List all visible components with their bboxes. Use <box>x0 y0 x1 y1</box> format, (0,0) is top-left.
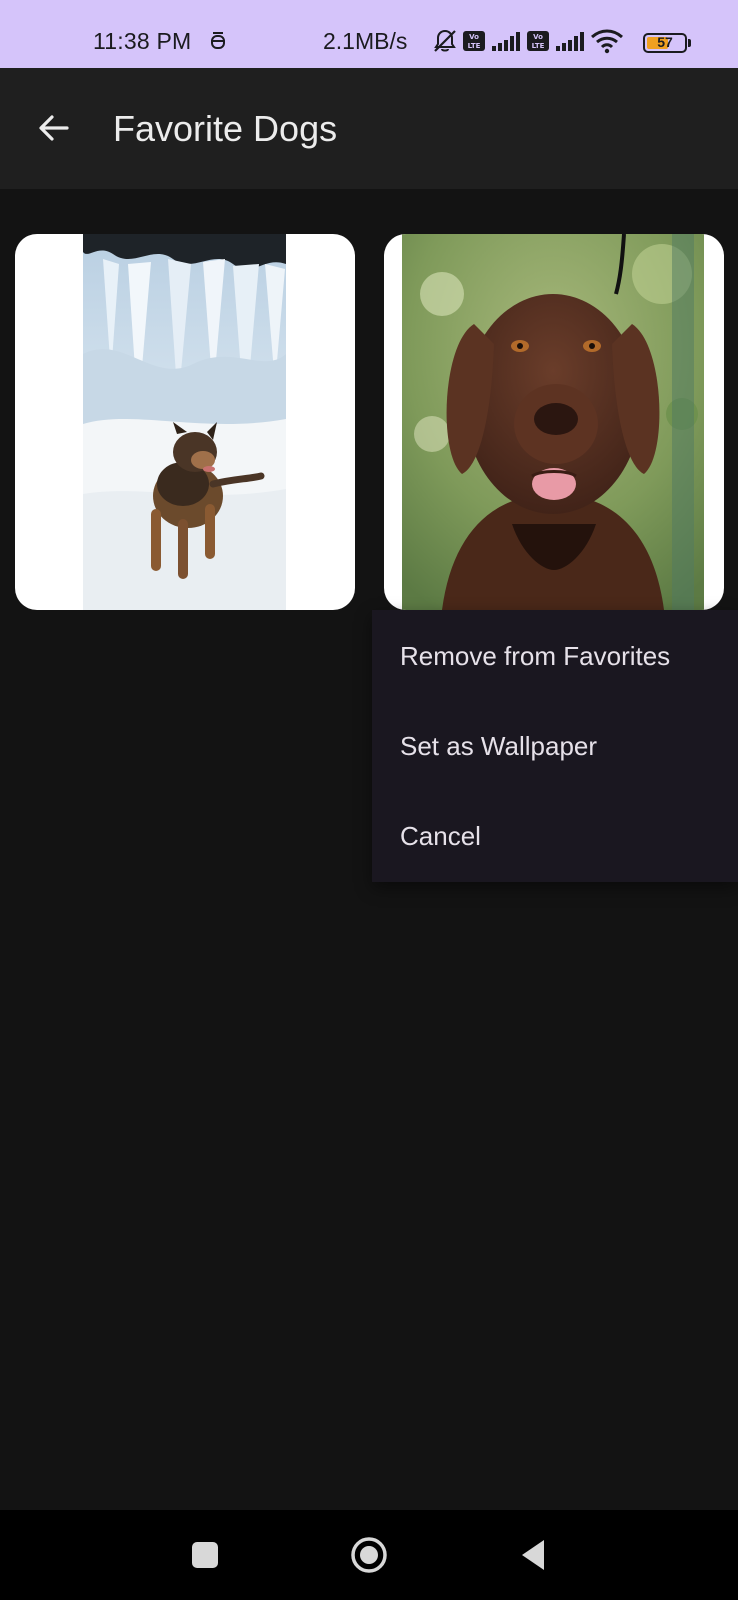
svg-text:LTE: LTE <box>532 42 545 50</box>
status-bar: 11:38 PM 2.1MB/s Vo LTE Vo LTE 57 <box>0 0 738 68</box>
svg-text:Vo: Vo <box>469 33 479 41</box>
menu-item-remove-from-favorites[interactable]: Remove from Favorites <box>372 610 738 700</box>
recent-apps-icon <box>192 1542 218 1568</box>
home-button[interactable] <box>344 1530 394 1580</box>
svg-text:Vo: Vo <box>533 33 543 41</box>
context-menu: Remove from Favorites Set as Wallpaper C… <box>372 610 738 882</box>
battery-icon: 57 <box>643 33 687 53</box>
volte-icon: Vo LTE <box>462 30 486 57</box>
favorite-card[interactable] <box>384 234 724 610</box>
signal-icon <box>554 30 586 57</box>
notification-icon <box>210 30 226 57</box>
recent-apps-button[interactable] <box>180 1530 230 1580</box>
menu-item-set-as-wallpaper[interactable]: Set as Wallpaper <box>372 700 738 790</box>
mute-icon <box>432 28 458 59</box>
volte-icon: Vo LTE <box>526 30 550 57</box>
back-button[interactable] <box>28 102 80 154</box>
menu-item-label: Set as Wallpaper <box>400 731 598 761</box>
menu-item-label: Cancel <box>400 821 481 851</box>
status-icons: Vo LTE Vo LTE <box>432 28 624 59</box>
menu-item-cancel[interactable]: Cancel <box>372 790 738 880</box>
home-icon <box>351 1537 387 1573</box>
back-icon <box>522 1540 544 1570</box>
menu-item-label: Remove from Favorites <box>400 641 671 671</box>
status-time: 11:38 PM <box>93 28 192 54</box>
navigation-bar <box>0 1510 738 1600</box>
battery-level: 57 <box>657 34 673 50</box>
arrow-left-icon <box>39 115 69 141</box>
app-bar: Favorite Dogs <box>0 68 738 189</box>
svg-text:LTE: LTE <box>468 42 481 50</box>
brown-dog-portrait-photo <box>402 234 704 610</box>
favorite-card[interactable] <box>15 234 355 610</box>
dog-in-snow-photo <box>83 234 286 610</box>
screen: 11:38 PM 2.1MB/s Vo LTE Vo LTE 57 Favori… <box>0 0 738 1600</box>
network-speed: 2.1MB/s <box>323 28 408 54</box>
page-title: Favorite Dogs <box>113 108 338 149</box>
system-back-button[interactable] <box>508 1530 558 1580</box>
wifi-icon <box>590 28 624 59</box>
battery-cap <box>688 39 691 47</box>
signal-icon <box>490 30 522 57</box>
